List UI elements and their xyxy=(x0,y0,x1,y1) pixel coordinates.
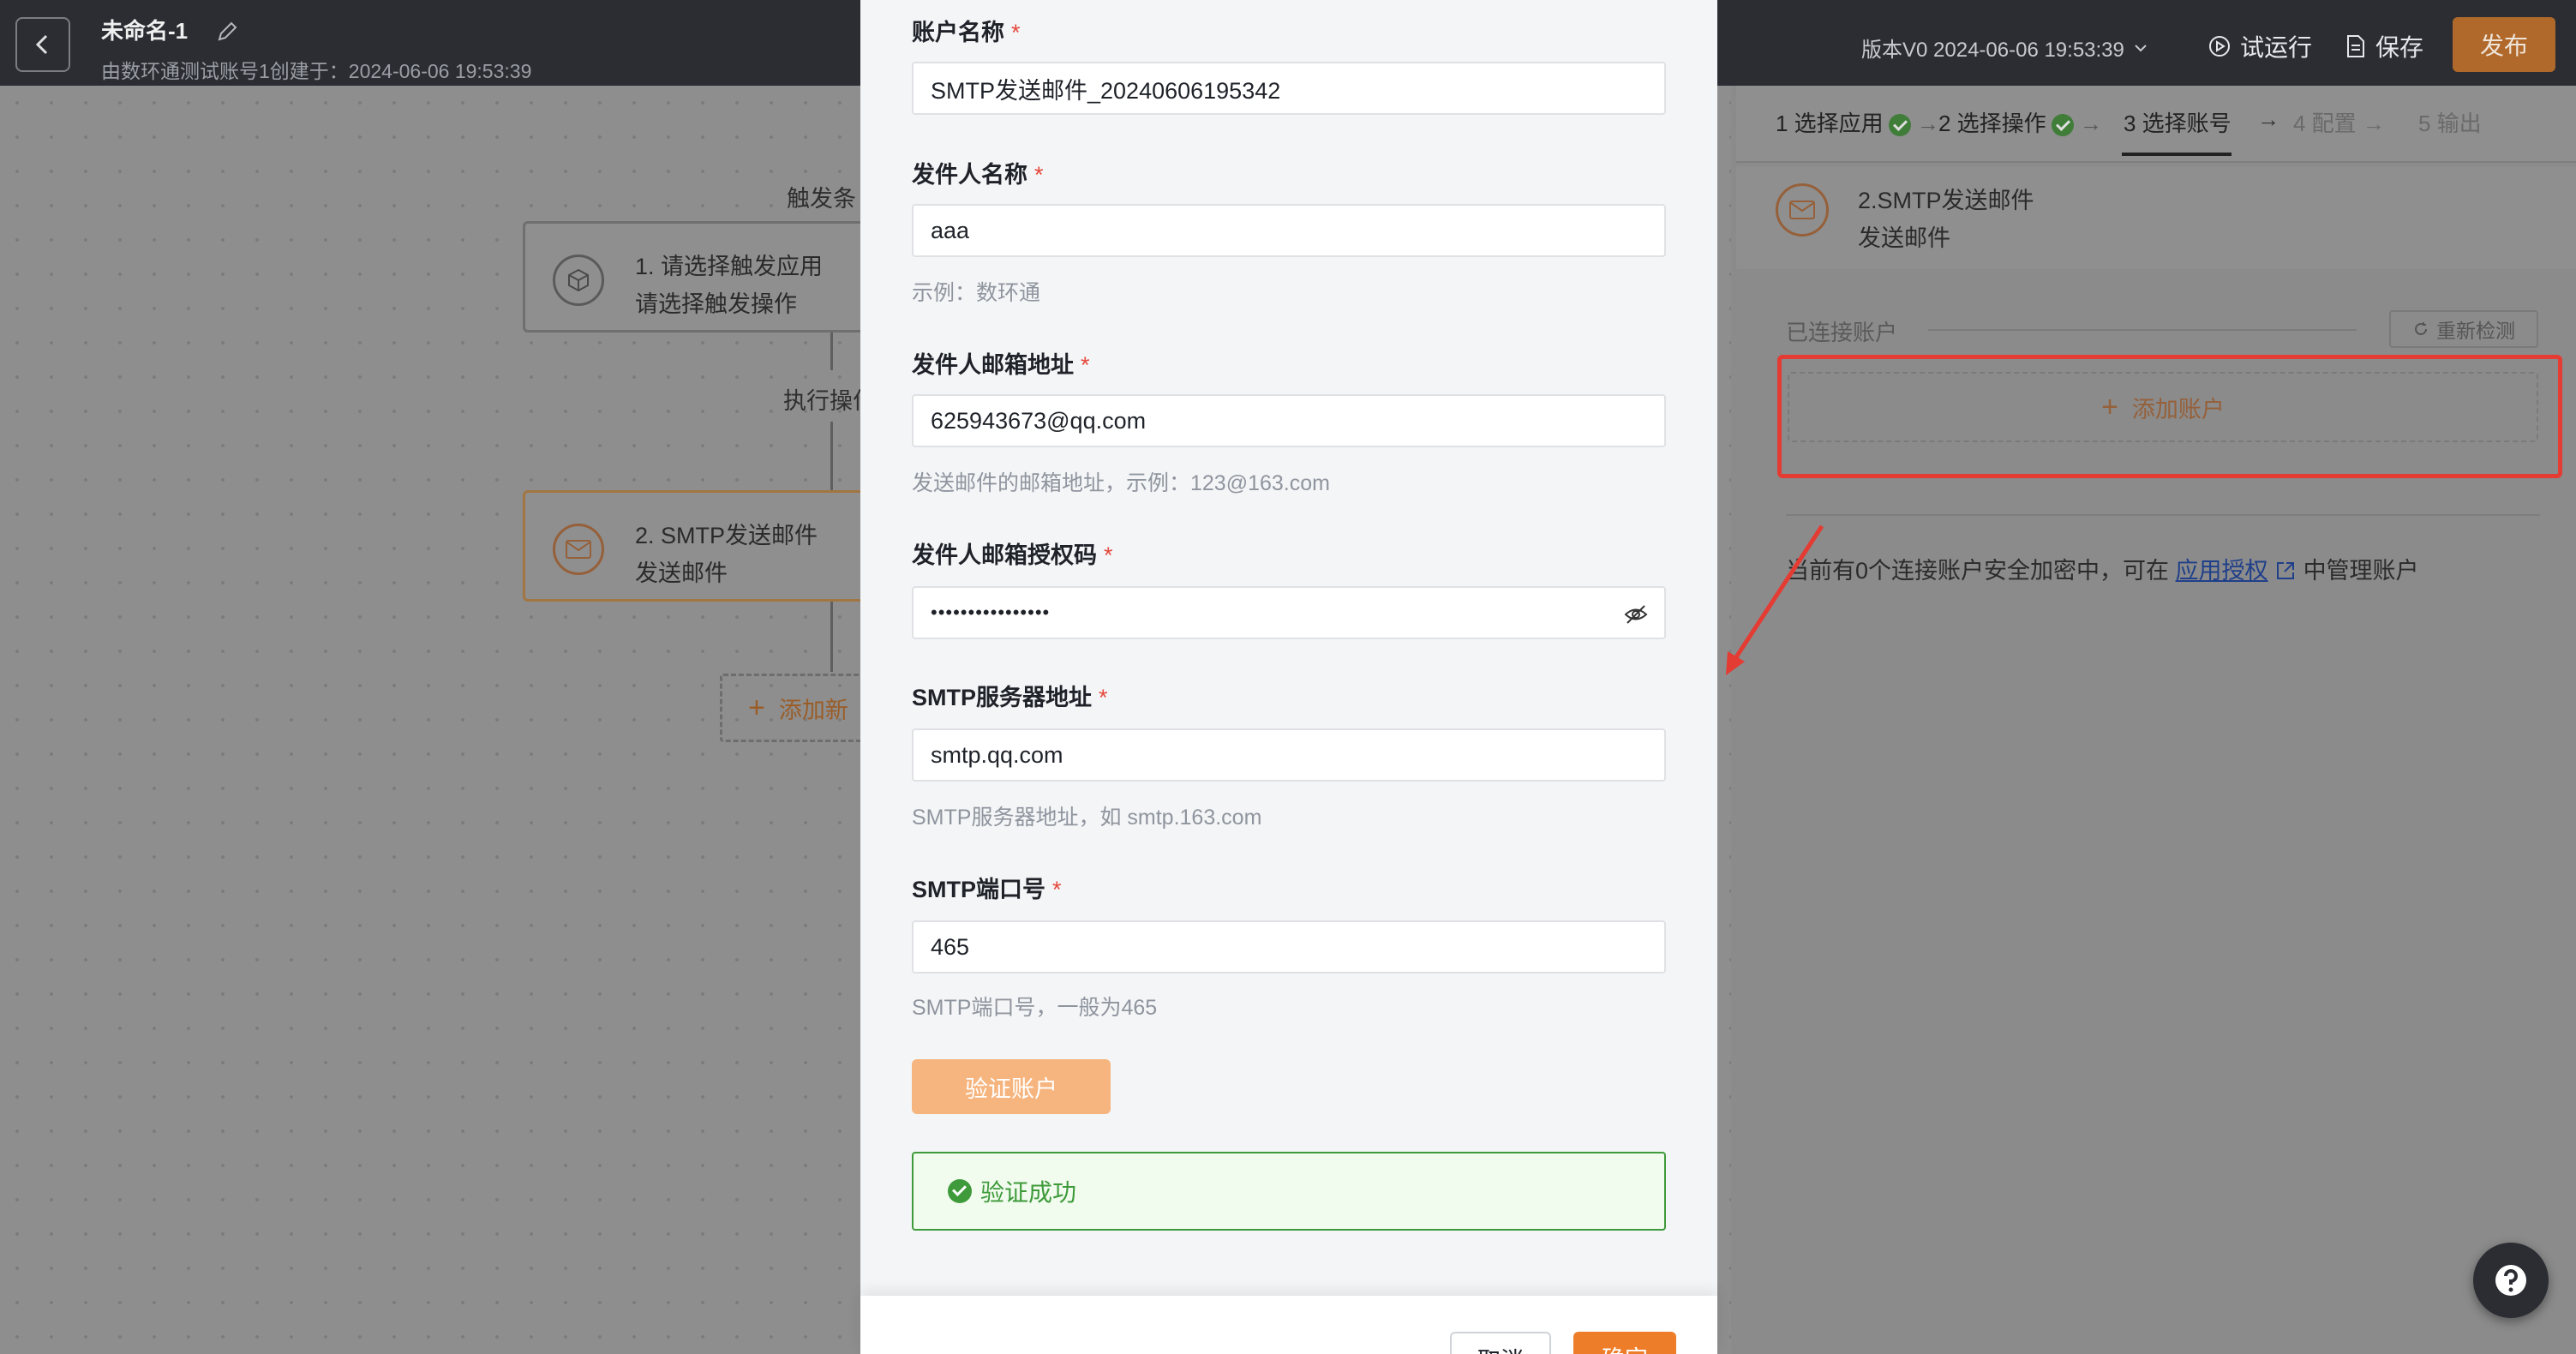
step-3[interactable]: 3 选择账号 xyxy=(2124,106,2232,138)
smtp-server-input[interactable]: smtp.qq.com xyxy=(912,728,1666,782)
connector-line xyxy=(830,422,833,490)
app-auth-link[interactable]: 应用授权 xyxy=(2176,558,2268,584)
sender-email-label: 发件人邮箱地址 * xyxy=(912,352,1090,378)
version-selector[interactable]: 版本V0 2024-06-06 19:53:39 xyxy=(1861,33,2148,63)
connected-accounts-label: 已连接账户 xyxy=(1786,320,1898,345)
version-label: 版本V0 2024-06-06 19:53:39 xyxy=(1861,39,2124,62)
account-name-label: 账户名称 * xyxy=(912,20,1021,45)
sender-email-input[interactable]: 625943673@qq.com xyxy=(912,394,1666,447)
back-button[interactable] xyxy=(15,17,70,72)
save-label: 保存 xyxy=(2375,34,2424,61)
divider xyxy=(1928,329,2357,331)
step-2[interactable]: 2 选择操作 → xyxy=(1938,106,2102,138)
mail-icon xyxy=(1776,183,1829,237)
cancel-button[interactable]: 取消 xyxy=(1450,1332,1551,1354)
help-icon xyxy=(2495,1265,2526,1296)
sender-name-hint: 示例：数环通 xyxy=(912,281,1041,305)
smtp-port-hint: SMTP端口号，一般为465 xyxy=(912,996,1158,1020)
verify-account-button[interactable]: 验证账户 xyxy=(912,1059,1111,1114)
check-circle-icon xyxy=(948,1179,972,1203)
verify-success-alert: 验证成功 xyxy=(912,1152,1666,1231)
accounts-info-text: 当前有0个连接账户安全加密中，可在 应用授权 中管理账户 xyxy=(1786,558,2419,584)
edit-pencil-icon[interactable] xyxy=(214,19,240,45)
trial-run-button[interactable]: 试运行 xyxy=(2208,29,2312,63)
check-circle-icon xyxy=(2051,114,2074,137)
confirm-button[interactable]: 确定 xyxy=(1573,1332,1676,1354)
connector-line xyxy=(830,333,833,370)
arrow-annotation-icon xyxy=(1726,524,1824,675)
recheck-label: 重新检测 xyxy=(2436,320,2515,342)
auth-code-value: •••••••••••••••• xyxy=(931,602,1051,623)
trial-run-label: 试运行 xyxy=(2240,34,2313,61)
smtp-node-subtitle: 发送邮件 xyxy=(635,560,728,586)
smtp-node[interactable]: 2. SMTP发送邮件 发送邮件 xyxy=(523,490,866,602)
sender-email-hint: 发送邮件的邮箱地址，示例：123@163.com xyxy=(912,471,1330,495)
app-cube-icon xyxy=(553,255,604,306)
selected-app-title: 2.SMTP发送邮件 xyxy=(1858,188,2034,213)
verify-success-text: 验证成功 xyxy=(980,1179,1077,1206)
save-button[interactable]: 保存 xyxy=(2345,29,2423,63)
arrow-right-icon: → xyxy=(2257,106,2279,132)
external-link-icon[interactable] xyxy=(2274,560,2297,582)
trigger-label: 触发条 xyxy=(787,186,856,212)
auth-code-label: 发件人邮箱授权码 * xyxy=(912,542,1113,568)
plus-icon: + xyxy=(748,691,765,724)
step-1[interactable]: 1 选择应用 → xyxy=(1776,106,1939,138)
document-title: 未命名-1 xyxy=(101,18,189,44)
chevron-left-icon xyxy=(35,34,48,55)
trigger-node-subtitle: 请选择触发操作 xyxy=(635,291,797,317)
account-name-input[interactable]: SMTP发送邮件_20240606195342 xyxy=(912,62,1666,115)
auth-code-input[interactable]: •••••••••••••••• xyxy=(912,586,1666,639)
publish-button[interactable]: 发布 xyxy=(2453,17,2555,72)
active-step-indicator xyxy=(2122,153,2232,156)
sender-name-input[interactable]: aaa xyxy=(912,204,1666,257)
add-account-modal xyxy=(860,0,1717,1354)
document-subtitle: 由数环通测试账号1创建于：2024-06-06 19:53:39 xyxy=(101,60,532,82)
eye-off-icon[interactable] xyxy=(1623,602,1649,627)
trigger-node[interactable]: 1. 请选择触发应用 请选择触发操作 xyxy=(523,221,866,333)
recheck-button[interactable]: 重新检测 xyxy=(2389,310,2538,348)
mail-icon xyxy=(553,524,604,575)
step-5[interactable]: 5 输出 xyxy=(2418,106,2482,138)
config-panel xyxy=(1731,86,2576,1354)
smtp-port-label: SMTP端口号 * xyxy=(912,877,1062,902)
smtp-node-title: 2. SMTP发送邮件 xyxy=(635,523,818,548)
step-4[interactable]: 4 配置 → xyxy=(2293,106,2385,138)
sender-name-label: 发件人名称 * xyxy=(912,162,1044,188)
document-icon xyxy=(2347,35,2364,57)
smtp-port-input[interactable]: 465 xyxy=(912,920,1666,974)
smtp-server-hint: SMTP服务器地址，如 smtp.163.com xyxy=(912,806,1262,830)
help-button[interactable] xyxy=(2473,1243,2549,1318)
refresh-icon xyxy=(2415,322,2427,335)
highlight-annotation-box xyxy=(1777,355,2562,478)
chevron-down-icon xyxy=(2135,44,2147,51)
check-circle-icon xyxy=(1888,114,1911,137)
add-node-label: 添加新 xyxy=(778,697,848,723)
divider xyxy=(1786,514,2540,516)
connector-line xyxy=(830,602,833,672)
trigger-node-title: 1. 请选择触发应用 xyxy=(635,254,824,279)
smtp-server-label: SMTP服务器地址 * xyxy=(912,685,1108,710)
play-circle-icon xyxy=(2209,36,2230,57)
selected-app-subtitle: 发送邮件 xyxy=(1858,225,1950,251)
